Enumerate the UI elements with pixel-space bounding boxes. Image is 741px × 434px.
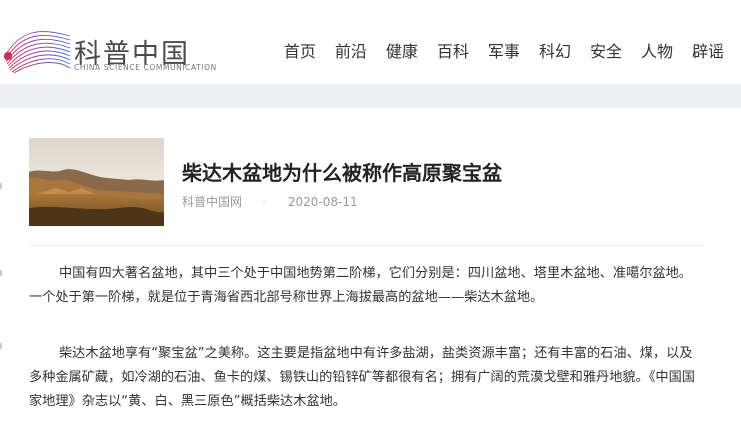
- nav-item-encyclopedia[interactable]: 百科: [437, 38, 469, 62]
- article-paragraph: 中国有四大著名盆地，其中三个处于中国地势第二阶梯，它们分别是：四川盆地、塔里木盆…: [29, 266, 692, 305]
- header-separator-band: [0, 84, 741, 108]
- article-title[interactable]: 柴达木盆地为什么被称作高原聚宝盆: [182, 157, 502, 186]
- nav-item-military[interactable]: 军事: [488, 38, 520, 62]
- content-divider: [29, 245, 704, 246]
- scroll-edge-mark: [0, 343, 2, 349]
- logo-wave-icon: [3, 31, 71, 74]
- site-header: 科普中国 CHINA SCIENCE COMMUNICATION 首页 前沿 健…: [0, 0, 741, 84]
- site-logo[interactable]: 科普中国 CHINA SCIENCE COMMUNICATION: [2, 18, 217, 78]
- nav-item-rumor[interactable]: 辟谣: [692, 38, 724, 62]
- article-thumbnail[interactable]: [29, 138, 164, 226]
- article-card: 柴达木盆地为什么被称作高原聚宝盆 科普中国网 · 2020-08-11 中国有四大著…: [0, 108, 741, 434]
- nav-item-home[interactable]: 首页: [284, 38, 316, 62]
- article-meta: 科普中国网 · 2020-08-11: [182, 193, 358, 210]
- scroll-edge-mark: [0, 270, 2, 276]
- article-date: 2020-08-11: [287, 195, 358, 209]
- nav-item-people[interactable]: 人物: [641, 38, 673, 62]
- scroll-edge-mark: [0, 183, 2, 189]
- main-nav: 首页 前沿 健康 百科 军事 科幻 安全 人物 辟谣: [284, 38, 724, 62]
- nav-item-safety[interactable]: 安全: [590, 38, 622, 62]
- nav-item-health[interactable]: 健康: [386, 38, 418, 62]
- article-paragraph: 柴达木盆地享有“聚宝盆”之美称。这主要是指盆地中有许多盐湖，盐类资源丰富；还有丰…: [29, 346, 695, 409]
- desert-landscape-image: [29, 138, 164, 226]
- site-subtitle: CHINA SCIENCE COMMUNICATION: [74, 63, 217, 72]
- meta-separator-icon: ·: [262, 195, 266, 209]
- nav-item-scifi[interactable]: 科幻: [539, 38, 571, 62]
- article-source[interactable]: 科普中国网: [182, 195, 242, 209]
- nav-item-frontier[interactable]: 前沿: [335, 38, 367, 62]
